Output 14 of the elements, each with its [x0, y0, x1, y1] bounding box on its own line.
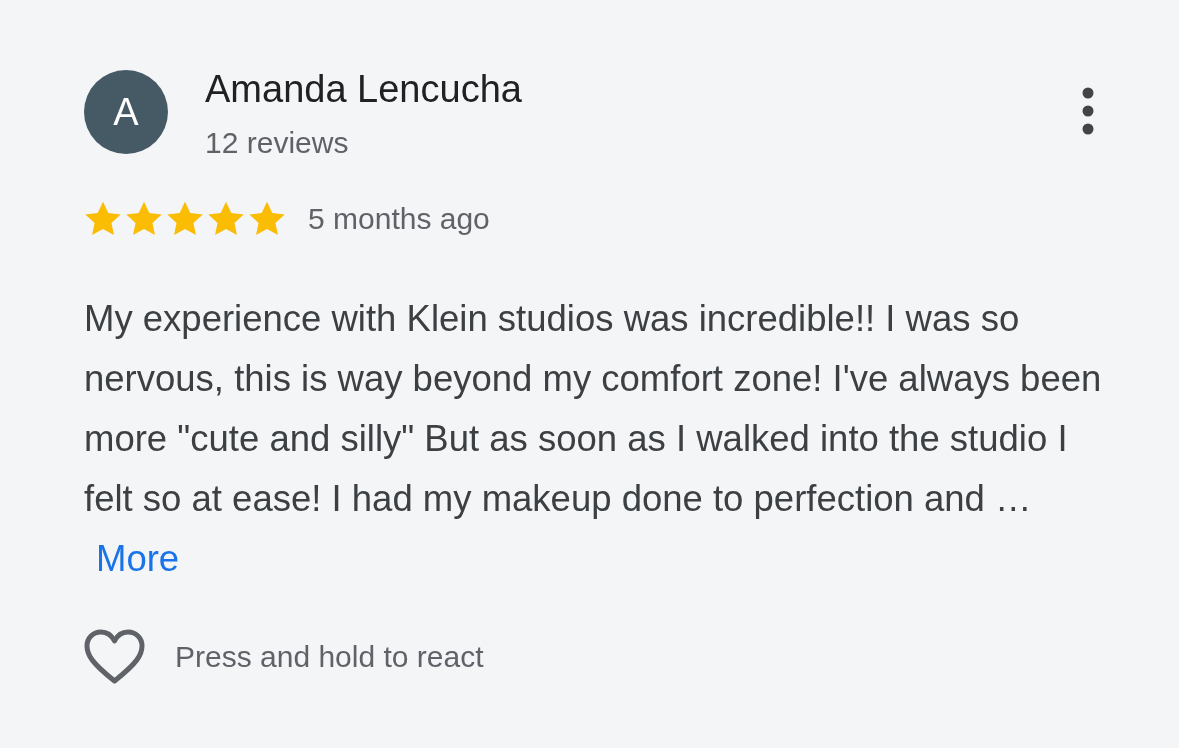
star-icon [166, 201, 204, 237]
star-icon [84, 201, 122, 237]
react-hint: Press and hold to react [175, 640, 484, 674]
reviewer-name[interactable]: Amanda Lencucha [205, 71, 522, 107]
star-icon [207, 201, 245, 237]
heart-icon[interactable] [84, 629, 145, 685]
review-text: My experience with Klein studios was incredible!! I was so nervous, this is way beyond my comfort zone! I've always been more "cute and silly" But as soon as I walked into the studio I felt so at ease! I had my makeup done to perfection and … More [84, 297, 1103, 581]
star-icon [125, 201, 163, 237]
review-count: 12 reviews [205, 127, 349, 159]
more-link[interactable]: More [96, 538, 180, 579]
more-options-icon[interactable] [1082, 87, 1094, 135]
star-icon [248, 201, 286, 237]
review-time: 5 months ago [308, 202, 490, 236]
avatar-initial: A [113, 90, 139, 134]
